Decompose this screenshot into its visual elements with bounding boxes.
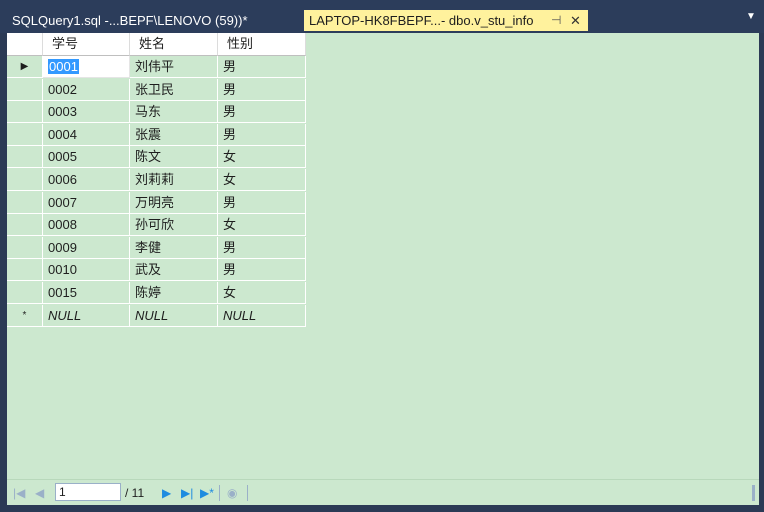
row-selector[interactable] bbox=[7, 282, 43, 304]
record-navigator: |◀ ◀ / 11 ▶ ▶| ▶* ◉ bbox=[7, 479, 759, 505]
tab-v-stu-info-label: LAPTOP-HK8FBEPF...- dbo.v_stu_info bbox=[309, 13, 534, 28]
grid-cell[interactable]: 武及 bbox=[130, 259, 218, 282]
grid-cell[interactable]: 男 bbox=[218, 123, 306, 146]
grid-cell[interactable]: 陈婷 bbox=[130, 282, 218, 304]
grid-cell[interactable]: NULL bbox=[43, 304, 130, 327]
close-icon[interactable]: ✕ bbox=[570, 10, 581, 31]
grid-cell[interactable]: 男 bbox=[218, 259, 306, 282]
grid-cell[interactable]: 0009 bbox=[43, 236, 130, 259]
row-selector[interactable]: * bbox=[7, 304, 43, 327]
record-total-label: / 11 bbox=[125, 486, 145, 500]
grid-cell[interactable]: 男 bbox=[218, 236, 306, 259]
grid-cell[interactable]: 李健 bbox=[130, 236, 218, 259]
last-record-icon[interactable]: ▶| bbox=[181, 484, 193, 502]
row-selector[interactable] bbox=[7, 169, 43, 191]
horizontal-scrollbar-end[interactable] bbox=[752, 485, 755, 501]
row-selector[interactable] bbox=[7, 259, 43, 282]
grid-cell[interactable]: 0002 bbox=[43, 78, 130, 101]
grid-cell[interactable]: 0007 bbox=[43, 191, 130, 214]
stop-execution-icon[interactable]: ◉ bbox=[227, 484, 237, 502]
grid-cell[interactable]: 张震 bbox=[130, 123, 218, 146]
previous-record-icon[interactable]: ◀ bbox=[35, 484, 44, 502]
next-record-icon[interactable]: ▶ bbox=[162, 484, 171, 502]
column-header[interactable]: 性别 bbox=[218, 33, 306, 56]
grid-cell[interactable]: 0010 bbox=[43, 259, 130, 282]
navigator-divider bbox=[247, 485, 248, 501]
grid-cell[interactable]: NULL bbox=[130, 304, 218, 327]
row-selector[interactable] bbox=[7, 123, 43, 146]
grid-cell[interactable]: 万明亮 bbox=[130, 191, 218, 214]
tab-overflow-dropdown-icon[interactable]: ▼ bbox=[744, 10, 758, 24]
grid-cell[interactable]: 0006 bbox=[43, 169, 130, 191]
grid-cell[interactable]: 0003 bbox=[43, 101, 130, 124]
grid-cell[interactable]: 0005 bbox=[43, 146, 130, 169]
pin-icon[interactable]: ⊣ bbox=[551, 10, 561, 31]
grid-cell[interactable]: 男 bbox=[218, 101, 306, 124]
grid-cell[interactable]: 0008 bbox=[43, 214, 130, 237]
row-selector[interactable] bbox=[7, 191, 43, 214]
grid-cell[interactable]: 女 bbox=[218, 169, 306, 191]
results-grid-pane: 学号 姓名 性别 ▶ 0001 刘伟平男 0002 张卫民男 0003 马东男 0004 张震男 000… bbox=[7, 33, 759, 505]
row-selector[interactable] bbox=[7, 146, 43, 169]
grid-cell[interactable]: 男 bbox=[218, 56, 306, 78]
grid-cell[interactable]: 男 bbox=[218, 78, 306, 101]
grid-cell[interactable]: NULL bbox=[218, 304, 306, 327]
grid-cell[interactable]: 0001 bbox=[43, 56, 130, 78]
row-selector[interactable] bbox=[7, 236, 43, 259]
grid-cell[interactable]: 张卫民 bbox=[130, 78, 218, 101]
grid-cell[interactable]: 0015 bbox=[43, 282, 130, 304]
column-header[interactable]: 姓名 bbox=[130, 33, 218, 56]
row-selector[interactable]: ▶ bbox=[7, 56, 43, 78]
grid-cell[interactable]: 马东 bbox=[130, 101, 218, 124]
grid-cell[interactable]: 女 bbox=[218, 214, 306, 237]
row-selector[interactable] bbox=[7, 101, 43, 124]
tab-sqlquery1[interactable]: SQLQuery1.sql -...BEPF\LENOVO (59))* bbox=[6, 10, 306, 31]
document-tab-bar: SQLQuery1.sql -...BEPF\LENOVO (59))* LAP… bbox=[0, 0, 764, 33]
selected-cell-text: 0001 bbox=[48, 59, 79, 74]
grid-corner-header[interactable] bbox=[7, 33, 43, 56]
grid-cell[interactable]: 男 bbox=[218, 191, 306, 214]
grid-cell[interactable]: 0004 bbox=[43, 123, 130, 146]
current-record-input[interactable] bbox=[55, 483, 121, 501]
tab-v-stu-info[interactable]: LAPTOP-HK8FBEPF...- dbo.v_stu_info ⊣ ✕ bbox=[304, 10, 588, 31]
grid-cell[interactable]: 女 bbox=[218, 282, 306, 304]
grid-cell[interactable]: 女 bbox=[218, 146, 306, 169]
grid-cell[interactable]: 刘莉莉 bbox=[130, 169, 218, 191]
column-header[interactable]: 学号 bbox=[43, 33, 130, 56]
new-record-icon[interactable]: ▶* bbox=[200, 484, 214, 502]
grid-cell[interactable]: 孙可欣 bbox=[130, 214, 218, 237]
row-selector[interactable] bbox=[7, 214, 43, 237]
grid-cell[interactable]: 刘伟平 bbox=[130, 56, 218, 78]
row-selector[interactable] bbox=[7, 78, 43, 101]
first-record-icon[interactable]: |◀ bbox=[13, 484, 25, 502]
navigator-divider bbox=[219, 485, 220, 501]
grid-cell[interactable]: 陈文 bbox=[130, 146, 218, 169]
